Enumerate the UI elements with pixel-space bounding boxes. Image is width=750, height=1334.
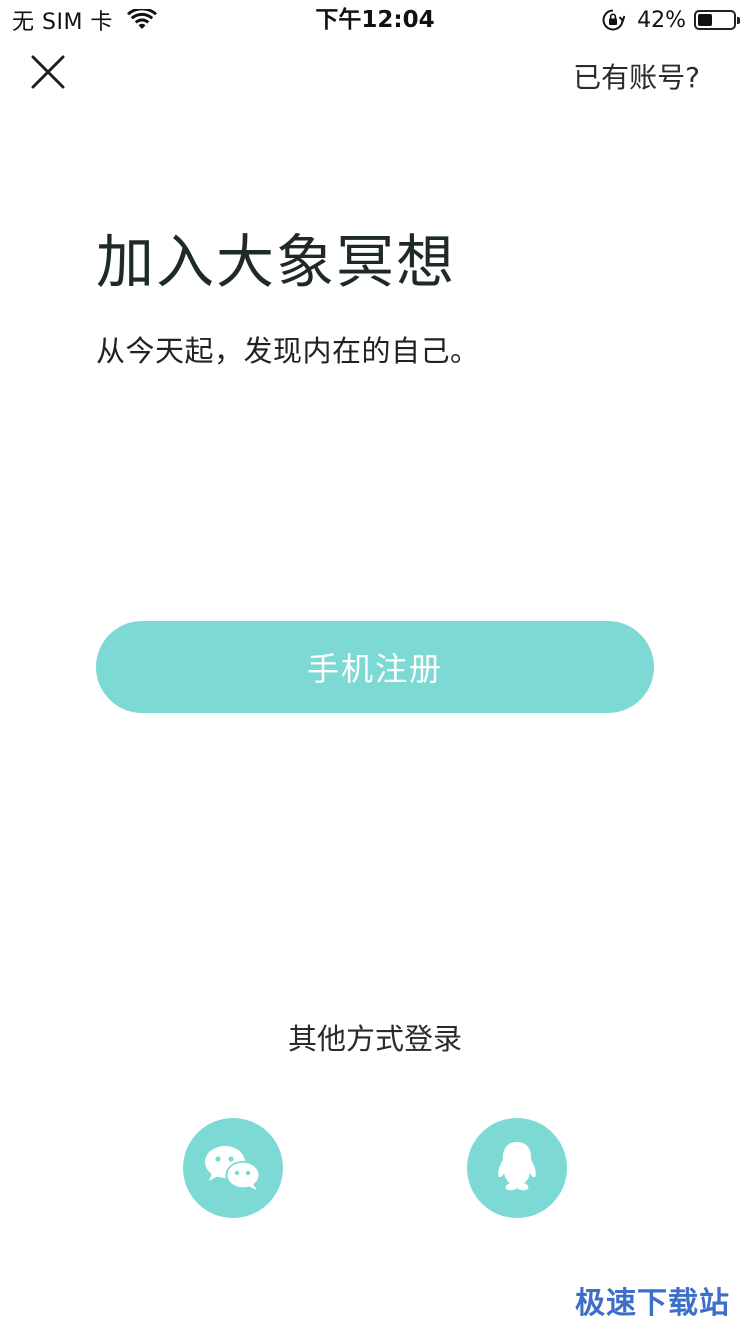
status-right: 42%: [601, 4, 740, 36]
wechat-icon: [205, 1146, 261, 1190]
qq-icon: [498, 1142, 536, 1191]
status-bar: 无 SIM 卡 下午12:04 42%: [0, 0, 750, 40]
other-login-label: 其他方式登录: [287, 1022, 462, 1056]
page-title: 加入大象冥想: [96, 228, 457, 296]
have-account-link[interactable]: 已有账号?: [573, 58, 700, 98]
orientation-lock-icon: [601, 8, 626, 32]
phone-register-button[interactable]: 手机注册: [96, 621, 654, 713]
close-icon: [31, 55, 65, 89]
watermark-text: 极速下载站: [575, 1286, 730, 1321]
wechat-login-button[interactable]: [183, 1118, 283, 1218]
battery-percent: 42%: [637, 7, 686, 33]
battery-icon: [694, 10, 740, 30]
battery-fill: [698, 14, 712, 26]
close-button[interactable]: [26, 50, 70, 94]
qq-login-button[interactable]: [467, 1118, 567, 1218]
page-subtitle: 从今天起，发现内在的自己。: [96, 334, 480, 368]
